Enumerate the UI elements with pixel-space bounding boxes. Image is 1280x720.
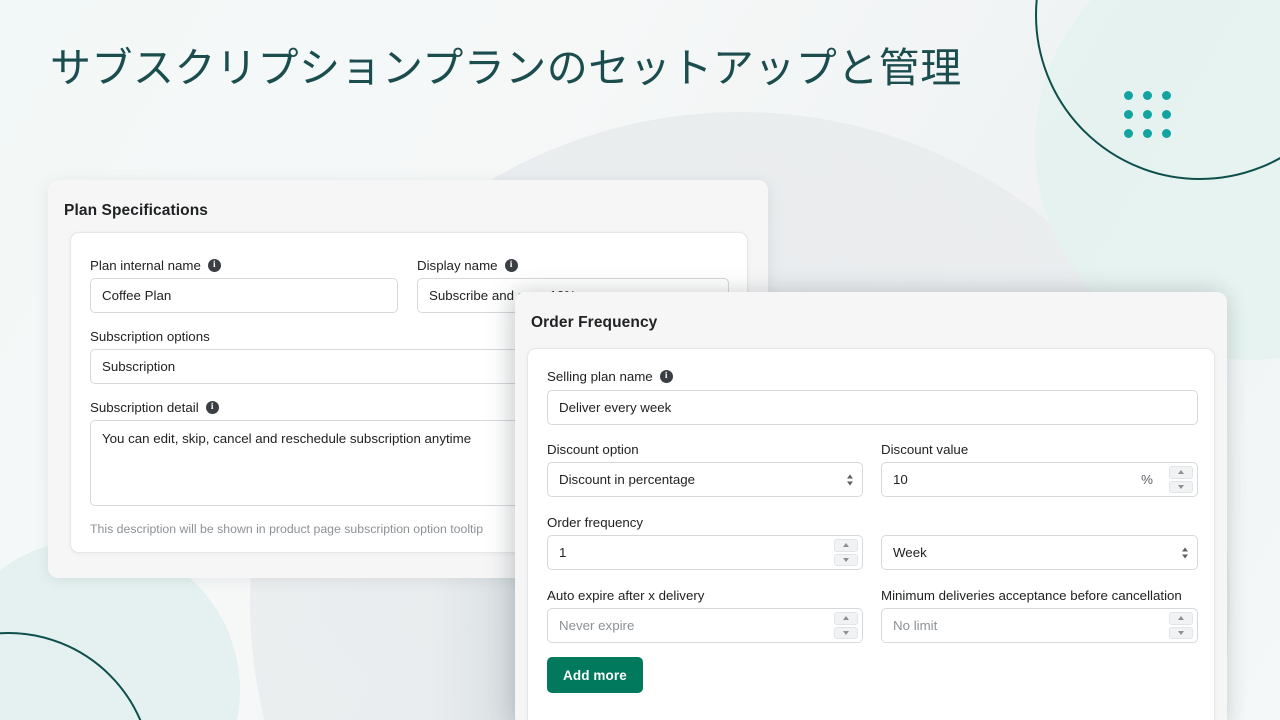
display-name-label: Display name i bbox=[417, 258, 518, 273]
minimum-deliveries-label-text: Minimum deliveries acceptance before can… bbox=[881, 588, 1182, 603]
stepper-up-icon[interactable] bbox=[834, 612, 858, 625]
display-name-label-text: Display name bbox=[417, 258, 498, 273]
order-frequency-form: Selling plan name i Deliver every week D… bbox=[527, 348, 1215, 720]
order-frequency-stepper bbox=[834, 539, 858, 566]
info-icon[interactable]: i bbox=[205, 401, 219, 414]
subscription-options-label-text: Subscription options bbox=[90, 329, 210, 344]
info-icon[interactable]: i bbox=[659, 370, 673, 383]
stepper-down-icon[interactable] bbox=[1169, 626, 1193, 639]
plan-specifications-title: Plan Specifications bbox=[64, 202, 209, 219]
order-frequency-label: Order frequency bbox=[547, 515, 643, 530]
discount-value-wrapper: 10 % bbox=[881, 462, 1198, 497]
order-frequency-label-text: Order frequency bbox=[547, 515, 644, 530]
page-title: サブスクリプションプランのセットアップと管理 bbox=[50, 45, 962, 91]
auto-expire-stepper bbox=[834, 612, 858, 639]
selling-plan-name-input[interactable]: Deliver every week bbox=[547, 390, 1198, 425]
stepper-down-icon[interactable] bbox=[834, 553, 858, 566]
discount-option-selected-value: Discount in percentage bbox=[559, 472, 696, 487]
add-more-button[interactable]: Add more bbox=[547, 657, 643, 693]
selling-plan-name-label: Selling plan name i bbox=[547, 369, 673, 384]
discount-value-input[interactable]: 10 % bbox=[881, 462, 1198, 497]
subscription-options-label: Subscription options bbox=[90, 329, 210, 344]
stepper-up-icon[interactable] bbox=[1169, 466, 1193, 479]
subscription-detail-label-text: Subscription detail bbox=[90, 400, 199, 415]
decorative-dot-grid-icon bbox=[1124, 91, 1171, 138]
plan-internal-name-input[interactable]: Coffee Plan bbox=[90, 278, 398, 313]
auto-expire-wrapper: Never expire bbox=[547, 608, 863, 643]
minimum-deliveries-input[interactable]: No limit bbox=[881, 608, 1198, 643]
minimum-deliveries-wrapper: No limit bbox=[881, 608, 1198, 643]
stepper-up-icon[interactable] bbox=[1169, 612, 1193, 625]
stepper-down-icon[interactable] bbox=[834, 626, 858, 639]
auto-expire-input[interactable]: Never expire bbox=[547, 608, 863, 643]
auto-expire-label: Auto expire after x delivery bbox=[547, 588, 704, 603]
percent-suffix: % bbox=[1141, 472, 1153, 487]
order-frequency-number-input[interactable]: 1 bbox=[547, 535, 863, 570]
minimum-deliveries-placeholder: No limit bbox=[893, 618, 938, 633]
discount-option-select[interactable]: Discount in percentage bbox=[547, 462, 863, 497]
stepper-down-icon[interactable] bbox=[1169, 480, 1193, 493]
info-icon[interactable]: i bbox=[504, 259, 518, 272]
subscription-detail-helper-text: This description will be shown in produc… bbox=[90, 522, 484, 536]
minimum-deliveries-stepper bbox=[1169, 612, 1193, 639]
order-frequency-unit-wrapper: Week bbox=[881, 535, 1198, 570]
subscription-detail-label: Subscription detail i bbox=[90, 400, 219, 415]
minimum-deliveries-label: Minimum deliveries acceptance before can… bbox=[881, 588, 1182, 603]
discount-value-stepper bbox=[1169, 466, 1193, 493]
discount-value-text: 10 bbox=[893, 472, 908, 487]
order-frequency-number-wrapper: 1 bbox=[547, 535, 863, 570]
plan-internal-name-label: Plan internal name i bbox=[90, 258, 221, 273]
stepper-up-icon[interactable] bbox=[834, 539, 858, 552]
auto-expire-label-text: Auto expire after x delivery bbox=[547, 588, 705, 603]
plan-internal-name-label-text: Plan internal name bbox=[90, 258, 201, 273]
selling-plan-name-label-text: Selling plan name bbox=[547, 369, 653, 384]
order-frequency-title: Order Frequency bbox=[531, 314, 658, 331]
discount-option-label-text: Discount option bbox=[547, 442, 639, 457]
order-frequency-unit-selected-value: Week bbox=[893, 545, 927, 560]
auto-expire-placeholder: Never expire bbox=[559, 618, 635, 633]
chevron-updown-icon bbox=[847, 474, 853, 485]
order-frequency-number-text: 1 bbox=[559, 545, 567, 560]
order-frequency-card: Order Frequency Selling plan name i Deli… bbox=[515, 292, 1227, 720]
order-frequency-unit-select[interactable]: Week bbox=[881, 535, 1198, 570]
discount-option-label: Discount option bbox=[547, 442, 639, 457]
info-icon[interactable]: i bbox=[207, 259, 221, 272]
discount-value-label: Discount value bbox=[881, 442, 968, 457]
discount-value-label-text: Discount value bbox=[881, 442, 969, 457]
chevron-updown-icon bbox=[1182, 547, 1188, 558]
discount-option-select-wrapper: Discount in percentage bbox=[547, 462, 863, 497]
